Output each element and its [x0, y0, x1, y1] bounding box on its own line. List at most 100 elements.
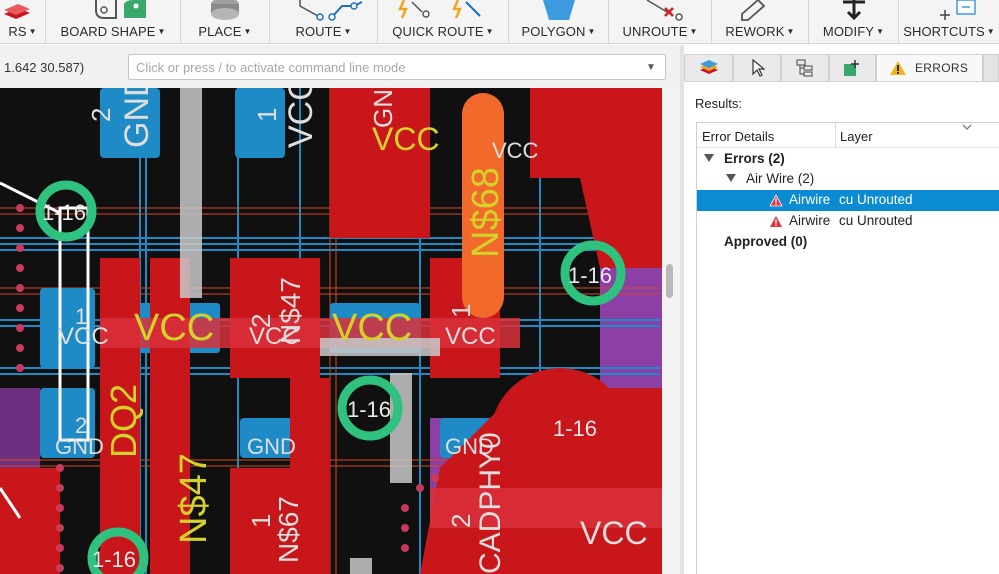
pin-1-c: 1 — [252, 108, 282, 122]
label-cadphy0: CADPHY0 — [474, 432, 507, 574]
silk-dq2: DQ2 — [103, 384, 144, 458]
toolbar-group-route[interactable]: ROUTE ▼ — [270, 0, 378, 44]
toolbar-group-board-shape[interactable]: BOARD SHAPE ▼ — [46, 0, 181, 44]
error-layer: cu Unrouted — [839, 213, 913, 228]
tree-node-approved[interactable]: Approved (0) — [697, 232, 999, 253]
toolbar-group-rework[interactable]: REWORK ▼ — [712, 0, 809, 44]
pin-1-a: 1 — [75, 304, 87, 329]
toolbar-group-layers[interactable]: RS ▼ — [0, 0, 46, 44]
panel-tabs: ERRORS — [684, 54, 999, 81]
via-label-3: 1-16 — [347, 397, 391, 422]
polygon-icon — [543, 0, 575, 20]
silk-n47: N$47 — [173, 453, 215, 544]
collapse-triangle-icon[interactable] — [726, 174, 736, 182]
label-n67: N$67 — [273, 496, 304, 563]
command-history-dropdown[interactable]: ▼ — [646, 62, 656, 73]
pin-1-d: 1 — [246, 514, 276, 528]
tree-node-errors[interactable]: Errors (2) — [697, 149, 999, 170]
unroute-icon — [646, 0, 683, 21]
inspector-panel: ERRORS Results: Error Details Layer Erro… — [684, 45, 999, 574]
tab-errors-label: ERRORS — [915, 61, 969, 75]
layers-label: RS — [8, 24, 27, 39]
scrollbar-thumb[interactable] — [666, 264, 673, 298]
tabs-divider — [684, 81, 999, 82]
toolbar-group-place[interactable]: PLACE ▼ — [181, 0, 270, 44]
eagle-pcb-editor: RS ▼ BOARD SHAPE ▼ PLACE ▼ ROUTE ▼ QUICK… — [0, 0, 999, 574]
pcb-board-drawing[interactable]: GND VCC GND VCC VCC VCC GND GND GND VCC … — [0, 88, 662, 574]
pcb-canvas[interactable]: GND VCC GND VCC VCC VCC GND GND GND VCC … — [0, 88, 662, 574]
column-layer[interactable]: Layer — [840, 129, 873, 144]
silk-n68: N$68 — [465, 167, 507, 258]
layers-icon — [700, 60, 718, 74]
rework-label: REWORK — [725, 24, 785, 39]
unroute-label: UNROUTE — [622, 24, 688, 39]
error-name: Airwire — [789, 213, 831, 228]
via-label-1: 1-16 — [42, 200, 86, 225]
label-vcc-right: VCC — [445, 323, 496, 350]
toolbar-group-unroute[interactable]: UNROUTE ▼ — [609, 0, 712, 44]
sort-chevron-icon[interactable] — [962, 123, 972, 131]
collapse-triangle-icon[interactable] — [704, 154, 714, 162]
error-layer: cu Unrouted — [839, 192, 913, 207]
pin-2-c: 2 — [86, 108, 116, 122]
route-icon — [299, 0, 362, 21]
toolbar-group-quick-route[interactable]: QUICK ROUTE ▼ — [378, 0, 509, 44]
canvas-vertical-scrollbar[interactable] — [662, 88, 680, 574]
modify-label: MODIFY — [822, 24, 875, 39]
error-warning-icon — [769, 194, 783, 207]
tab-tree[interactable] — [781, 54, 829, 81]
tab-layers[interactable] — [684, 54, 733, 81]
label-gnd-mid: GND — [247, 434, 296, 459]
quick-route-icon — [398, 0, 481, 19]
silk-vcc-1: VCC — [134, 307, 214, 349]
error-name: Airwire — [789, 192, 831, 207]
modify-icon — [843, 0, 865, 21]
tab-errors[interactable]: ERRORS — [876, 54, 983, 81]
label-n47-pad: N$47 — [275, 277, 306, 344]
label-vcc-top: VCC — [282, 88, 320, 148]
shortcuts-label: SHORTCUTS — [903, 24, 985, 39]
column-separator[interactable] — [835, 123, 836, 148]
label-vcc-top3: VCC — [492, 138, 539, 163]
route-label: ROUTE — [295, 24, 342, 39]
silk-vcc-3: VCC — [372, 121, 440, 157]
board-shape-icon — [95, 0, 146, 19]
toolbar-group-modify[interactable]: MODIFY ▼ — [809, 0, 899, 44]
error-results-tree[interactable]: Error Details Layer Errors (2) Air Wire … — [696, 122, 999, 574]
tree-icon — [796, 59, 813, 77]
cursor-coordinates: 1.642 30.587) — [4, 60, 85, 75]
tree-node-air-wire[interactable]: Air Wire (2) — [697, 169, 999, 190]
toolbar-group-polygon[interactable]: POLYGON ▼ — [509, 0, 609, 44]
label-vcc-bottom: VCC — [580, 515, 648, 551]
toolbar-group-shortcuts[interactable]: SHORTCUTS ▼ — [899, 0, 999, 44]
tab-add[interactable] — [829, 54, 876, 81]
air-wire-group-label: Air Wire (2) — [746, 171, 815, 186]
add-layer-icon — [844, 60, 859, 76]
error-row-airwire-2[interactable]: Airwire cu Unrouted — [697, 211, 999, 232]
via-label-5: 1-16 — [92, 547, 136, 572]
via-label-2: 1-16 — [568, 263, 612, 288]
approved-group-label: Approved (0) — [724, 234, 808, 249]
command-line-input[interactable] — [128, 54, 666, 80]
error-row-airwire-1[interactable]: Airwire cu Unrouted — [697, 190, 999, 211]
polygon-label: POLYGON — [521, 24, 586, 39]
tab-overflow[interactable] — [983, 54, 999, 81]
results-column-header: Error Details Layer — [697, 123, 999, 148]
command-bar: 1.642 30.587) ▼ — [0, 45, 680, 88]
pin-2-a: 2 — [75, 413, 87, 438]
results-label: Results: — [695, 96, 742, 111]
place-icon — [211, 0, 239, 20]
errors-group-label: Errors (2) — [724, 151, 785, 166]
via-label-4: 1-16 — [553, 416, 597, 441]
silk-vcc-2: VCC — [332, 307, 412, 349]
layers-icon — [4, 4, 30, 19]
warning-icon — [890, 61, 906, 75]
error-warning-icon — [770, 216, 782, 227]
tab-select[interactable] — [733, 54, 781, 81]
rework-icon — [741, 0, 766, 21]
pin-2-b: 2 — [246, 314, 276, 328]
cursor-icon — [752, 59, 765, 77]
pin-2-d: 2 — [446, 514, 476, 528]
column-error-details[interactable]: Error Details — [702, 129, 774, 144]
board-shape-label: BOARD SHAPE — [60, 24, 156, 39]
